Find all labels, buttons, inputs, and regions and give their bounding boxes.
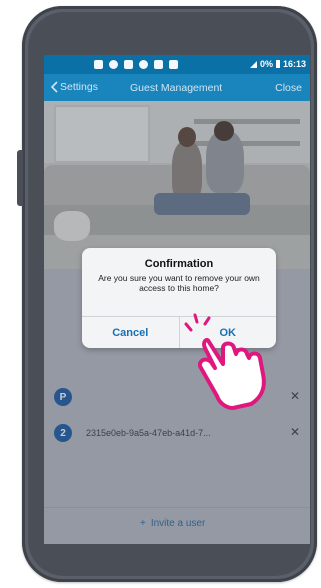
nav-bar: Settings Guest Management Close: [44, 74, 310, 101]
status-time: 16:13: [282, 59, 306, 69]
back-label: Settings: [60, 81, 98, 93]
status-right: 0% 16:13: [249, 59, 306, 69]
notification-icon: [139, 60, 148, 69]
close-button[interactable]: Close: [275, 82, 302, 94]
signal-icon: [249, 60, 257, 68]
screen: 0% 16:13 Settings Guest Management Close: [44, 55, 310, 544]
notification-icon: [124, 60, 133, 69]
battery-percent: 0%: [259, 59, 273, 69]
cancel-button[interactable]: Cancel: [82, 317, 180, 348]
dialog-message: Are you sure you want to remove your own…: [98, 273, 260, 293]
tap-hand-icon: [184, 313, 266, 410]
back-button[interactable]: Settings: [50, 81, 98, 93]
phone-side-button: [17, 150, 23, 206]
page-title: Guest Management: [130, 82, 223, 94]
notification-icon: [154, 60, 163, 69]
notification-icon: [169, 60, 178, 69]
notification-icons: [94, 60, 178, 69]
notification-icon: [109, 60, 118, 69]
chevron-left-icon: [50, 81, 58, 93]
dialog-title: Confirmation: [144, 258, 214, 270]
notification-icon: [94, 60, 103, 69]
status-bar: 0% 16:13: [44, 55, 310, 74]
battery-icon: [275, 60, 280, 68]
